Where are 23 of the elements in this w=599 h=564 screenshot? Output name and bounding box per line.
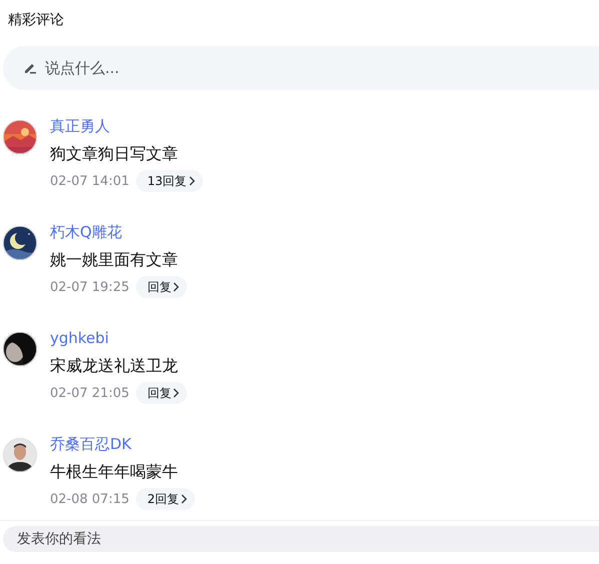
comment-time: 02-08 07:15 <box>50 492 130 506</box>
user-name[interactable]: 朽木Q雕花 <box>50 222 188 242</box>
comment-bar[interactable]: 发表你的看法 <box>3 526 599 552</box>
reply-button[interactable]: 回复 <box>136 276 188 298</box>
user-name[interactable]: 乔桑百忍DK <box>50 434 196 454</box>
comment-text: 宋威龙送礼送卫龙 <box>50 355 179 377</box>
reply-button[interactable]: 13回复 <box>136 170 203 192</box>
chevron-right-icon <box>173 388 180 398</box>
comment-time: 02-07 19:25 <box>50 280 130 294</box>
chevron-right-icon <box>188 176 195 186</box>
comment-text: 牛根生年年喝蒙牛 <box>50 461 179 483</box>
section-title: 精彩评论 <box>7 11 65 30</box>
user-name[interactable]: 真正勇人 <box>50 116 203 136</box>
chevron-right-icon <box>181 494 188 504</box>
comment-text: 狗文章狗日写文章 <box>50 143 179 165</box>
comment-time: 02-07 21:05 <box>50 386 130 400</box>
reply-button[interactable]: 2回复 <box>136 488 196 510</box>
comment-time: 02-07 14:01 <box>50 174 130 188</box>
chevron-right-icon <box>173 282 180 292</box>
reply-button[interactable]: 回复 <box>136 382 188 404</box>
comment-input[interactable]: 说点什么... <box>3 46 599 90</box>
user-name[interactable]: yghkebi <box>50 328 188 348</box>
comment-text: 姚一姚里面有文章 <box>50 249 179 271</box>
